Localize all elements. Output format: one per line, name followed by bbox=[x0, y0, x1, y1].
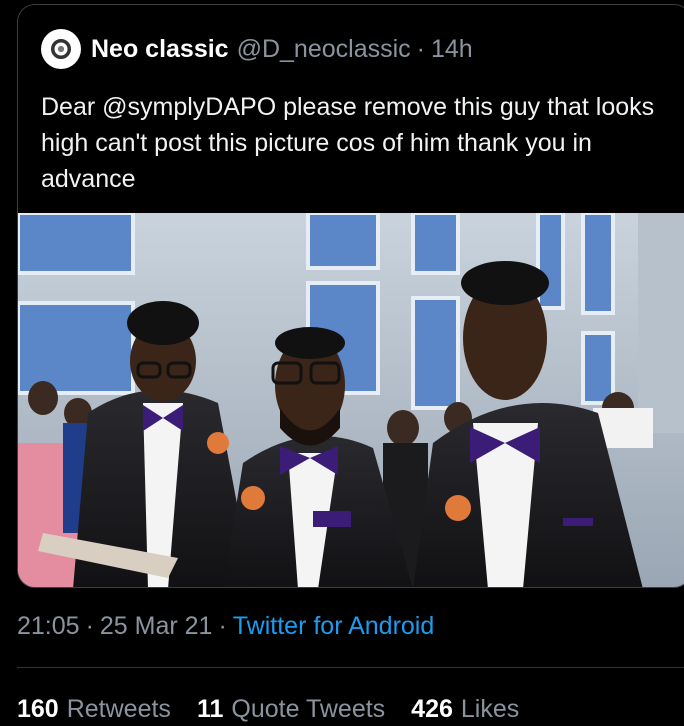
engagement-stats: 160 Retweets 11 Quote Tweets 426 Likes bbox=[17, 695, 545, 724]
tweet-time[interactable]: 14h bbox=[431, 35, 473, 64]
divider bbox=[17, 667, 684, 668]
retweets-label: Retweets bbox=[66, 695, 171, 723]
tweet-photo[interactable] bbox=[18, 213, 684, 588]
quote-tweets-count: 11 bbox=[196, 695, 224, 723]
retweets-stat[interactable]: 160 Retweets bbox=[17, 695, 171, 724]
user-handle[interactable]: @D_neoclassic bbox=[237, 35, 411, 64]
tweet-meta: 21:05 · 25 Mar 21 · Twitter for Android bbox=[17, 612, 434, 641]
quoted-tweet-header: Neo classic @D_neoclassic · 14h bbox=[41, 29, 473, 69]
likes-stat[interactable]: 426 Likes bbox=[411, 695, 519, 724]
source-link[interactable]: Twitter for Android bbox=[233, 612, 434, 641]
avatar[interactable] bbox=[41, 29, 81, 69]
likes-count: 426 bbox=[411, 695, 453, 723]
separator-dot: · bbox=[416, 34, 425, 63]
tweet-date[interactable]: 25 Mar 21 bbox=[100, 612, 213, 641]
tweet-time[interactable]: 21:05 bbox=[17, 612, 80, 641]
logo-emblem-icon bbox=[51, 39, 71, 59]
likes-label: Likes bbox=[460, 695, 520, 723]
separator-dot: · bbox=[218, 612, 227, 640]
quote-tweets-stat[interactable]: 11 Quote Tweets bbox=[197, 695, 385, 724]
display-name[interactable]: Neo classic bbox=[91, 35, 229, 64]
separator-dot: · bbox=[85, 612, 94, 640]
quoted-tweet-card[interactable]: Neo classic @D_neoclassic · 14h Dear @sy… bbox=[17, 4, 684, 588]
quote-tweets-label: Quote Tweets bbox=[231, 695, 386, 723]
quoted-tweet-text: Dear @symplyDAPO please remove this guy … bbox=[41, 93, 655, 193]
retweets-count: 160 bbox=[17, 695, 59, 723]
